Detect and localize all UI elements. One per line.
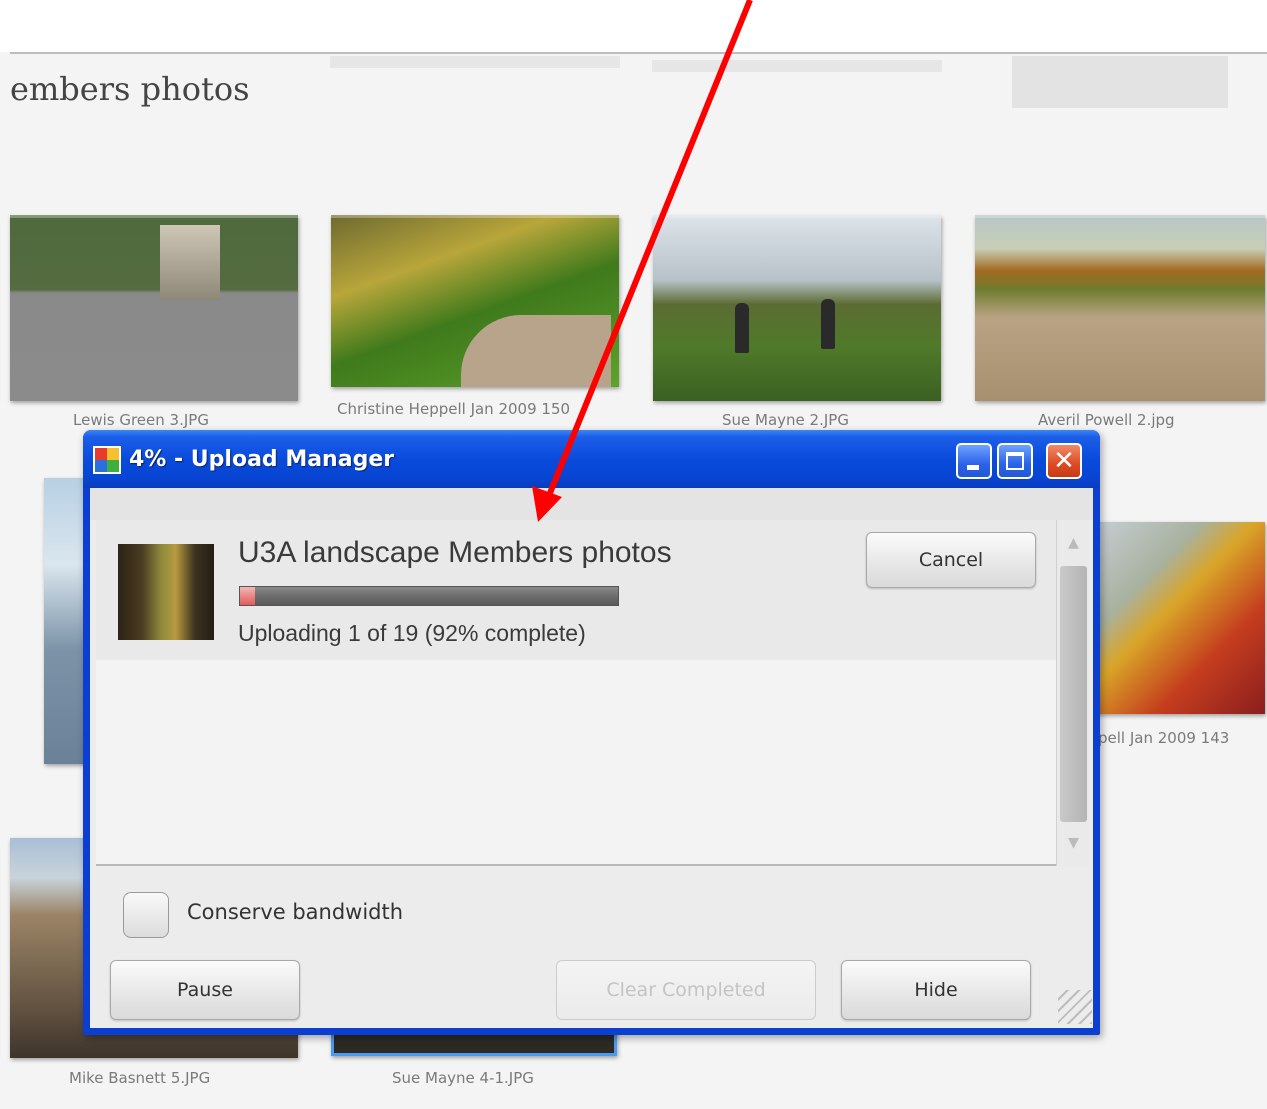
arrow-head [532,486,562,522]
annotation-arrow [532,0,753,522]
arrow-shaft [545,0,753,500]
